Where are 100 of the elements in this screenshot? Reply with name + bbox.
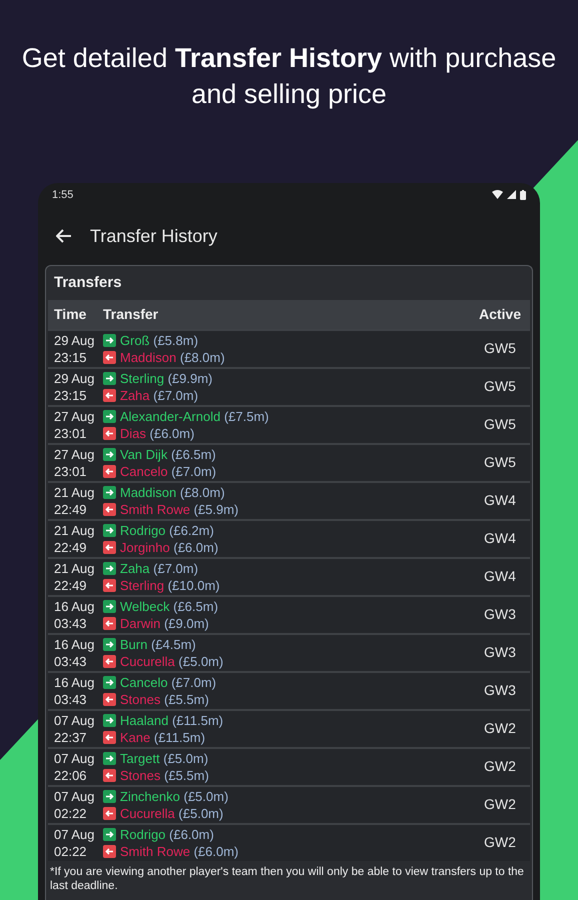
transfer-time: 03:43 [54,652,88,670]
transfer-in-icon [103,448,116,460]
transfer-out-icon [103,350,116,364]
transfer-in-icon [103,828,116,840]
transfer-out-icon [103,844,116,858]
gameweek: GW2 [484,720,516,736]
gameweek: GW3 [484,682,516,698]
gameweek: GW4 [484,530,516,546]
transfer-in-icon [103,638,116,650]
transfer-out-icon [103,426,116,440]
player-out: Cucurella [120,654,175,668]
status-time: 1:55 [52,188,74,203]
player-price: (£5.5m) [164,768,209,782]
card-title: Transfers [53,273,123,293]
player-in: Rodrigo [120,826,166,842]
player-out: Dias [120,426,146,440]
transfer-date: 29 Aug [54,332,96,348]
transfer-time: 23:15 [54,386,88,404]
player-out: Smith Rowe [120,844,190,858]
transfer-out-icon [103,692,116,706]
gameweek: GW5 [484,416,516,432]
player-out: Jorginho [120,540,170,554]
transfer-time: 02:22 [54,804,88,822]
player-out: Maddison [120,350,176,364]
player-in: Cancelo [120,674,168,690]
player-in: Groß [120,332,150,348]
column-header: Time [54,306,86,322]
player-in: Burn [120,636,148,652]
player-price: (£10.0m) [168,578,220,592]
player-price: (£5.9m) [194,502,238,516]
gameweek: GW4 [484,568,516,584]
player-price: (£6.5m) [173,598,218,614]
transfer-date: 16 Aug [54,674,96,690]
transfer-out-icon [103,654,116,668]
player-price: (£6.5m) [171,446,216,462]
transfer-out-icon [103,768,116,782]
player-in: Sterling [120,370,164,386]
transfer-time: 22:49 [54,500,88,518]
player-out: Stones [120,768,160,782]
transfer-date: 16 Aug [54,636,96,652]
transfer-time: 02:22 [54,842,88,860]
transfer-time: 03:43 [54,614,88,632]
transfer-out-icon [103,578,116,592]
gameweek: GW5 [484,378,516,394]
player-price: (£5.0m) [178,806,224,820]
player-in: Zinchenko [120,788,180,804]
transfer-time: 22:37 [54,728,88,746]
player-price: (£6.0m) [174,540,218,554]
player-price: (£7.0m) [171,674,216,690]
transfer-time: 22:06 [54,766,88,784]
transfer-time: 22:49 [54,538,88,556]
transfer-out-icon [103,806,116,820]
transfer-date: 07 Aug [54,712,96,728]
gameweek: GW2 [484,834,516,850]
player-out: Darwin [120,616,160,630]
player-price: (£4.5m) [151,636,196,652]
player-out: Sterling [120,578,164,592]
transfer-out-icon [103,616,116,630]
player-price: (£6.0m) [150,426,194,440]
headline: Get detailed Transfer History with purchase and selling price [20,42,558,111]
transfer-date: 07 Aug [54,788,96,804]
transfer-in-icon [103,372,116,384]
transfer-in-icon [103,410,116,422]
player-in: Rodrigo [120,522,166,538]
player-out: Cancelo [120,464,168,478]
player-price: (£5.0m) [178,654,224,668]
player-price: (£7.0m) [153,560,198,576]
transfer-out-icon [103,502,116,516]
player-price: (£5.0m) [184,788,228,804]
player-price: (£8.0m) [180,484,225,500]
transfer-out-icon [103,464,116,478]
transfer-time: 23:01 [54,424,88,442]
player-in: Targett [120,750,160,766]
transfer-in-icon [103,676,116,688]
gameweek: GW4 [484,492,516,508]
transfer-in-icon [103,486,116,498]
gameweek: GW5 [484,454,516,470]
transfer-out-icon [103,540,116,554]
gameweek: GW2 [484,796,516,812]
transfer-in-icon [103,600,116,612]
player-price: (£6.2m) [169,522,214,538]
player-price: (£5.8m) [153,332,198,348]
transfer-time: 23:01 [54,462,88,480]
transfer-date: 21 Aug [54,484,96,500]
player-price: (£6.0m) [169,826,214,842]
player-in: Maddison [120,484,176,500]
player-price: (£7.0m) [171,464,216,478]
transfer-date: 07 Aug [54,750,96,766]
player-in: Haaland [120,712,168,728]
column-header: Transfer [103,306,158,322]
transfer-date: 21 Aug [54,560,96,576]
screen-title: Transfer History [90,224,218,248]
transfer-date: 29 Aug [54,370,96,386]
player-in: Alexander-Arnold [120,408,220,424]
back-icon[interactable] [56,229,72,243]
transfer-in-icon [103,752,116,764]
player-price: (£5.0m) [163,750,208,766]
transfer-out-icon [103,730,116,744]
player-out: Zaha [120,388,150,402]
battery-icon [520,190,526,200]
